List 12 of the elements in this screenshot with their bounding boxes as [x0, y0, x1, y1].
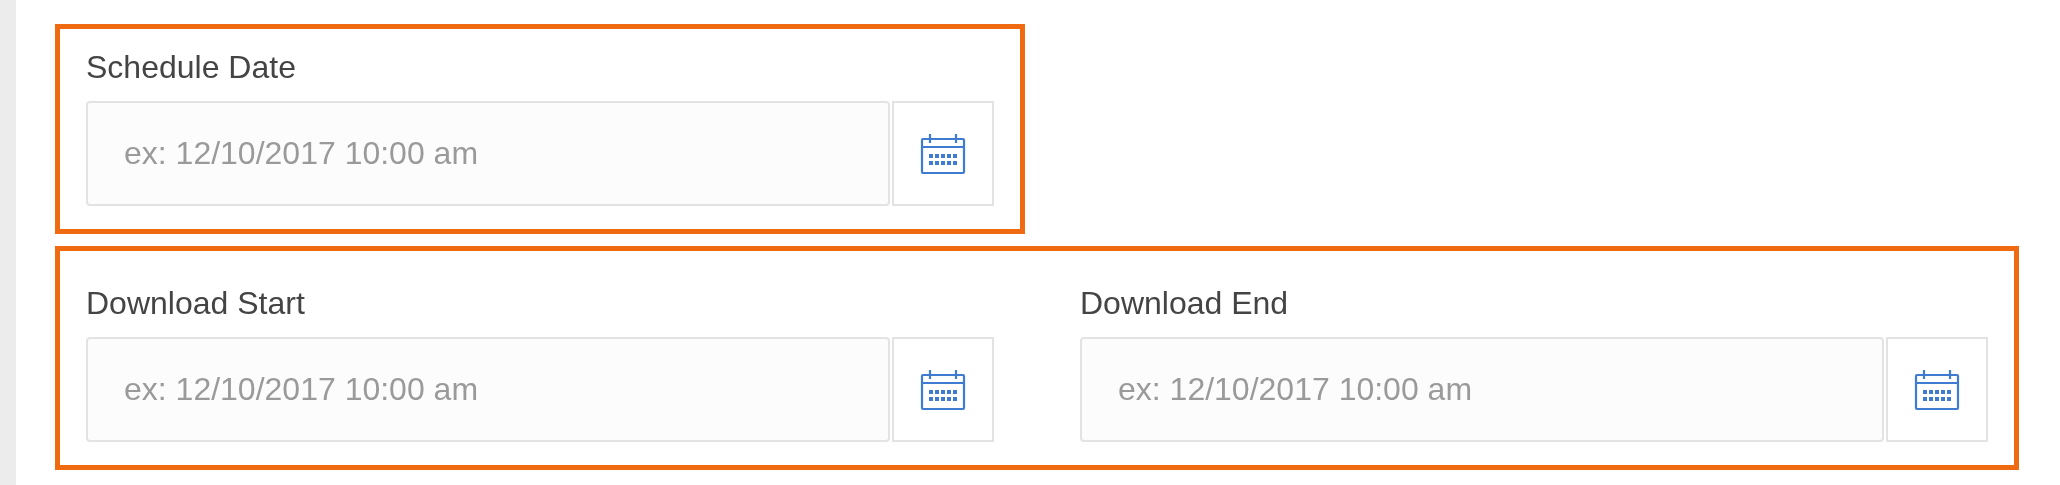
field-label: Schedule Date [86, 48, 296, 87]
calendar-icon [920, 368, 966, 411]
date-input[interactable]: ex: 12/10/2017 10:00 am [1080, 337, 1884, 442]
calendar-icon [920, 132, 966, 175]
calendar-icon [1914, 368, 1960, 411]
calendar-button[interactable] [1886, 337, 1988, 442]
field-label: Download End [1080, 284, 1289, 323]
calendar-button[interactable] [892, 101, 994, 206]
calendar-button[interactable] [892, 337, 994, 442]
date-input[interactable]: ex: 12/10/2017 10:00 am [86, 337, 890, 442]
field-label: Download Start [86, 284, 305, 323]
date-input[interactable]: ex: 12/10/2017 10:00 am [86, 101, 890, 206]
